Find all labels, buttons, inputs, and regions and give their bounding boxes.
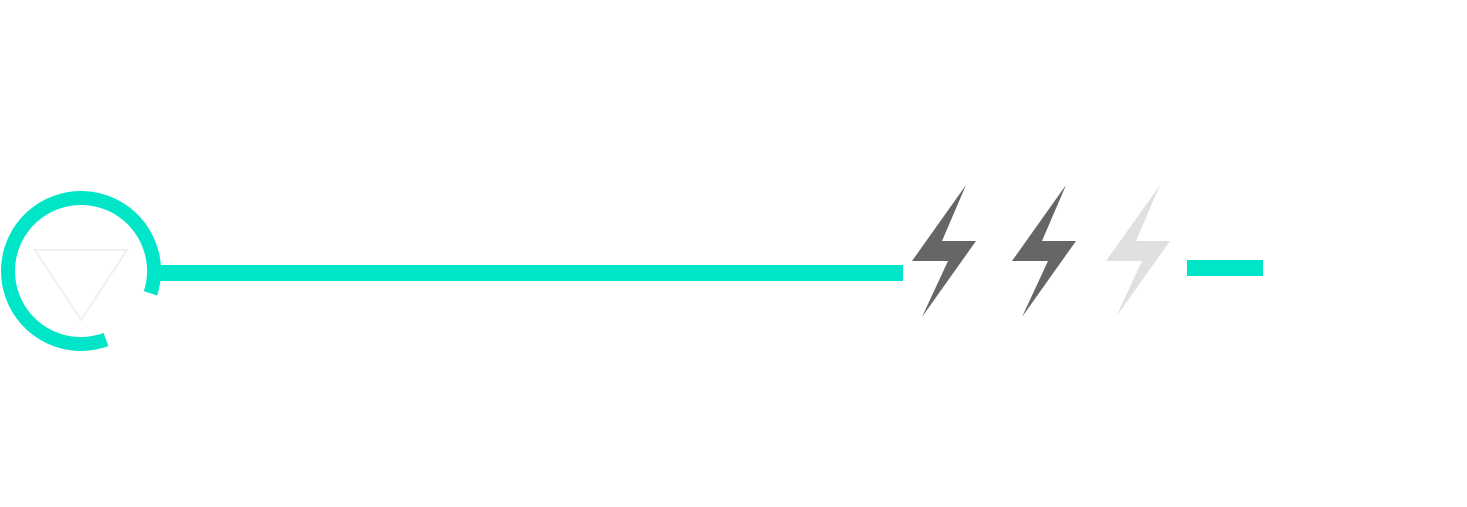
rating-track-bar [158,265,903,281]
lightning-bolt-icon [1012,185,1076,317]
upgrade-option-label: Upgrade Option [340,435,736,498]
intensity-header: Intensity [1120,1,1314,59]
item-title: Filter [190,165,368,254]
rating-end-dash [1187,260,1263,276]
lightning-bolt-icon [912,185,976,317]
filter-funnel-icon [1,191,161,351]
lightning-bolt-icon [1106,185,1170,317]
category-header: Category [380,1,591,59]
